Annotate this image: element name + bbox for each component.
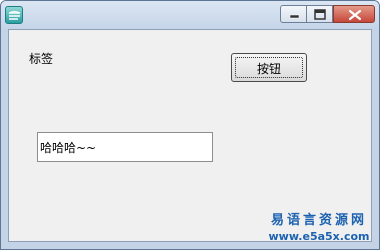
watermark-title: 易语言资源网 [270, 213, 367, 228]
static-label: 标签 [29, 52, 54, 66]
minimize-button[interactable] [280, 5, 307, 23]
title-bar[interactable] [1, 1, 379, 29]
app-window: 标签 按钮 易语言资源网 www.e5a5x.com [0, 0, 380, 250]
app-logo-icon[interactable] [5, 6, 23, 24]
watermark-url: www.e5a5x.com [268, 230, 370, 243]
close-button[interactable] [333, 5, 375, 23]
text-input[interactable] [37, 132, 213, 162]
close-icon [348, 9, 362, 21]
form-client-area: 标签 按钮 [8, 29, 372, 242]
maximize-icon [314, 9, 326, 20]
site-watermark: 易语言资源网 www.e5a5x.com [263, 213, 375, 245]
push-button-label: 按钮 [256, 62, 281, 76]
maximize-button[interactable] [307, 5, 333, 23]
minimize-icon [289, 14, 300, 19]
push-button[interactable]: 按钮 [231, 53, 307, 82]
